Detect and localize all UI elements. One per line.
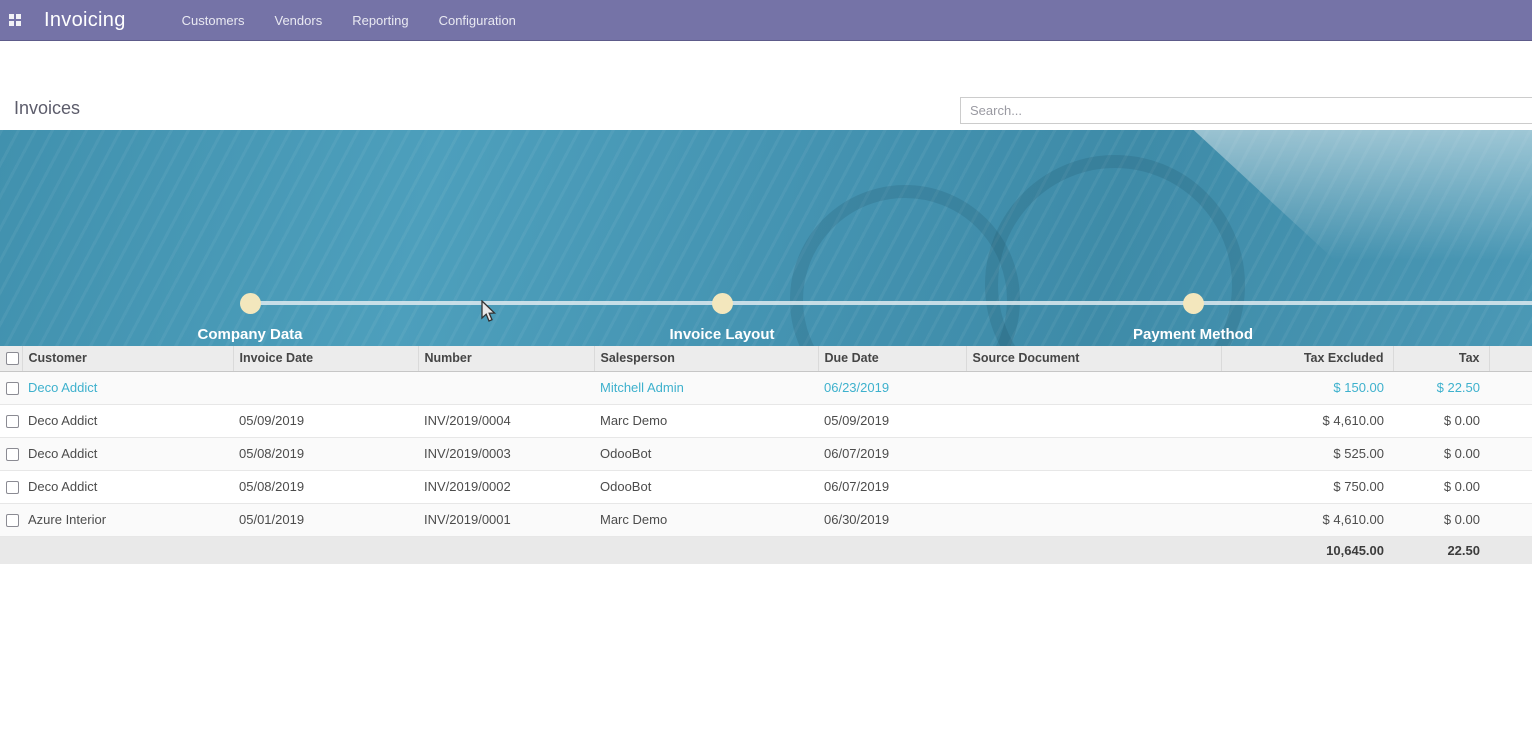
cell-number: INV/2019/0003	[418, 437, 594, 470]
cell-tax: $ 22.50	[1393, 371, 1489, 404]
cell-tax: $ 0.00	[1393, 470, 1489, 503]
col-header-salesperson[interactable]: Salesperson	[594, 346, 818, 371]
onboarding-banner: Company Data Set your company's data for…	[0, 130, 1532, 346]
cell-invoice-date: 05/09/2019	[233, 404, 418, 437]
menu-vendors[interactable]: Vendors	[275, 13, 323, 28]
row-checkbox[interactable]	[6, 415, 19, 428]
col-header-stub	[1489, 346, 1532, 371]
onboarding-step-payment-method: Payment Method Configure your payment me…	[1033, 326, 1353, 346]
cell-salesperson: OdooBot	[594, 470, 818, 503]
cell-customer: Deco Addict	[22, 437, 233, 470]
cell-number: INV/2019/0002	[418, 470, 594, 503]
cell-tax-excluded: $ 525.00	[1221, 437, 1393, 470]
cell-tax-excluded: $ 4,610.00	[1221, 503, 1393, 536]
cell-invoice-date: 05/01/2019	[233, 503, 418, 536]
cell-number: INV/2019/0004	[418, 404, 594, 437]
cell-salesperson: Marc Demo	[594, 503, 818, 536]
onboarding-step-invoice-layout: Invoice Layout Customize the look of you…	[562, 326, 882, 346]
apps-grid-icon[interactable]	[9, 14, 22, 27]
cell-due-date: 06/07/2019	[818, 437, 966, 470]
control-panel: Invoices ✚ Create Import Filters ▾ ☰ Gro…	[0, 41, 1532, 130]
table-header-row: Customer Invoice Date Number Salesperson…	[0, 346, 1532, 371]
step-dot-payment-method	[1183, 293, 1204, 314]
col-header-tax-excluded[interactable]: Tax Excluded	[1221, 346, 1393, 371]
step-title: Payment Method	[1033, 326, 1353, 343]
cell-number: INV/2019/0001	[418, 503, 594, 536]
col-header-customer[interactable]: Customer	[22, 346, 233, 371]
cell-customer: Deco Addict	[22, 371, 233, 404]
cell-customer: Deco Addict	[22, 470, 233, 503]
cell-invoice-date	[233, 371, 418, 404]
onboarding-progress-line	[250, 301, 1532, 305]
navbar-menu: Customers Vendors Reporting Configuratio…	[182, 13, 516, 28]
col-header-due-date[interactable]: Due Date	[818, 346, 966, 371]
cell-tax-excluded: $ 4,610.00	[1221, 404, 1393, 437]
table-row[interactable]: Deco Addict Mitchell Admin 06/23/2019 $ …	[0, 371, 1532, 404]
col-header-tax[interactable]: Tax	[1393, 346, 1489, 371]
cell-tax: $ 0.00	[1393, 503, 1489, 536]
cell-invoice-date: 05/08/2019	[233, 437, 418, 470]
select-all-checkbox[interactable]	[6, 352, 19, 365]
cell-tax: $ 0.00	[1393, 404, 1489, 437]
cell-due-date: 05/09/2019	[818, 404, 966, 437]
row-checkbox[interactable]	[6, 481, 19, 494]
cell-salesperson: Marc Demo	[594, 404, 818, 437]
step-dot-invoice-layout	[712, 293, 733, 314]
cell-salesperson: OdooBot	[594, 437, 818, 470]
cell-tax-excluded: $ 750.00	[1221, 470, 1393, 503]
cell-source-document	[966, 503, 1221, 536]
cell-due-date: 06/30/2019	[818, 503, 966, 536]
total-tax: 22.50	[1393, 536, 1489, 564]
cell-salesperson: Mitchell Admin	[594, 371, 818, 404]
cell-due-date: 06/23/2019	[818, 371, 966, 404]
cell-number	[418, 371, 594, 404]
cell-customer: Deco Addict	[22, 404, 233, 437]
table-row[interactable]: Deco Addict 05/08/2019 INV/2019/0003 Odo…	[0, 437, 1532, 470]
table-row[interactable]: Deco Addict 05/09/2019 INV/2019/0004 Mar…	[0, 404, 1532, 437]
cell-tax: $ 0.00	[1393, 437, 1489, 470]
app-title[interactable]: Invoicing	[44, 9, 126, 32]
search-input[interactable]	[960, 97, 1532, 124]
step-title: Invoice Layout	[562, 326, 882, 343]
row-checkbox[interactable]	[6, 448, 19, 461]
table-footer-row: 10,645.00 22.50	[0, 536, 1532, 564]
cell-customer: Azure Interior	[22, 503, 233, 536]
row-checkbox[interactable]	[6, 514, 19, 527]
col-header-invoice-date[interactable]: Invoice Date	[233, 346, 418, 371]
cell-invoice-date: 05/08/2019	[233, 470, 418, 503]
cell-tax-excluded: $ 150.00	[1221, 371, 1393, 404]
cell-source-document	[966, 470, 1221, 503]
invoicing-app: Invoicing Customers Vendors Reporting Co…	[0, 0, 1532, 753]
invoice-list-table: Customer Invoice Date Number Salesperson…	[0, 346, 1532, 564]
cell-source-document	[966, 371, 1221, 404]
col-header-source-document[interactable]: Source Document	[966, 346, 1221, 371]
cell-source-document	[966, 404, 1221, 437]
cell-source-document	[966, 437, 1221, 470]
table-row[interactable]: Azure Interior 05/01/2019 INV/2019/0001 …	[0, 503, 1532, 536]
top-navbar: Invoicing Customers Vendors Reporting Co…	[0, 0, 1532, 41]
menu-configuration[interactable]: Configuration	[439, 13, 516, 28]
row-checkbox[interactable]	[6, 382, 19, 395]
page-title: Invoices	[14, 98, 80, 119]
menu-reporting[interactable]: Reporting	[352, 13, 408, 28]
cell-due-date: 06/07/2019	[818, 470, 966, 503]
col-header-number[interactable]: Number	[418, 346, 594, 371]
step-dot-company-data	[240, 293, 261, 314]
select-all-checkbox-cell	[0, 346, 22, 371]
onboarding-step-company-data: Company Data Set your company's data for…	[90, 326, 410, 346]
table-row[interactable]: Deco Addict 05/08/2019 INV/2019/0002 Odo…	[0, 470, 1532, 503]
menu-customers[interactable]: Customers	[182, 13, 245, 28]
total-tax-excluded: 10,645.00	[1221, 536, 1393, 564]
step-title: Company Data	[90, 326, 410, 343]
